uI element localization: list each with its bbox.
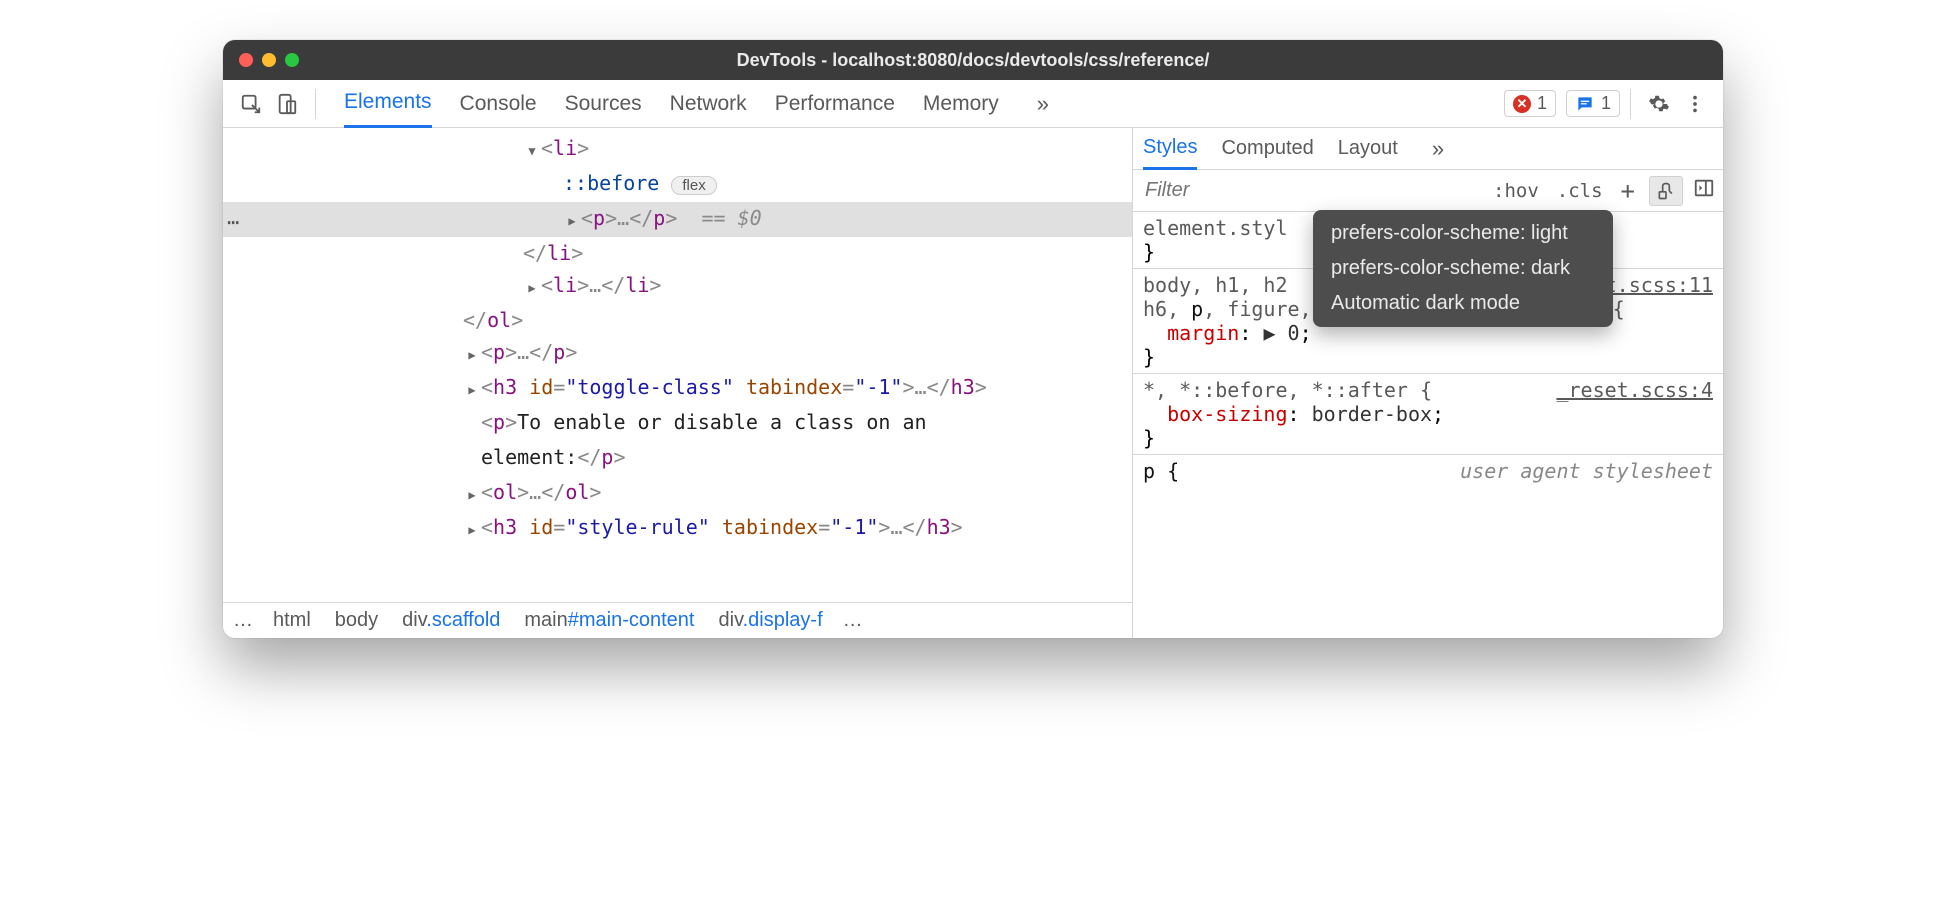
minimize-window-button[interactable] xyxy=(262,53,276,67)
dom-text-cont[interactable]: element:</p> xyxy=(223,441,1132,476)
tab-sources[interactable]: Sources xyxy=(565,80,642,128)
tab-console[interactable]: Console xyxy=(460,80,537,128)
styles-subtabs: Styles Computed Layout » xyxy=(1133,128,1723,170)
dropdown-item-auto-dark[interactable]: Automatic dark mode xyxy=(1313,286,1613,321)
message-icon xyxy=(1575,94,1595,114)
error-count: 1 xyxy=(1537,93,1547,114)
ua-stylesheet-label: user agent stylesheet xyxy=(1460,459,1713,483)
filter-input[interactable] xyxy=(1133,179,1489,202)
error-icon: ✕ xyxy=(1513,95,1531,113)
message-counter[interactable]: 1 xyxy=(1566,90,1620,117)
hov-toggle[interactable]: :hov xyxy=(1489,178,1543,204)
flex-badge[interactable]: flex xyxy=(671,176,716,195)
dom-node[interactable]: <li>…</li> xyxy=(223,269,1132,304)
breadcrumb: … html body div.scaffold main#main-conte… xyxy=(223,602,1132,638)
rendering-dropdown: prefers-color-scheme: light prefers-colo… xyxy=(1313,210,1613,327)
cls-toggle[interactable]: .cls xyxy=(1553,178,1607,204)
device-toggle-icon[interactable] xyxy=(269,86,305,122)
rule-ua-p[interactable]: user agent stylesheet p { xyxy=(1133,455,1723,487)
inspect-element-icon[interactable] xyxy=(233,86,269,122)
settings-icon[interactable] xyxy=(1641,86,1677,122)
subtab-computed[interactable]: Computed xyxy=(1221,128,1313,170)
dom-node[interactable]: <ol>…</ol> xyxy=(223,476,1132,511)
tab-performance[interactable]: Performance xyxy=(775,80,895,128)
dom-node-selected[interactable]: <p>…</p> == $0 xyxy=(223,202,1132,237)
styles-filter-row: :hov .cls + xyxy=(1133,170,1723,212)
window-title: DevTools - localhost:8080/docs/devtools/… xyxy=(737,50,1210,71)
breadcrumb-overflow-left[interactable]: … xyxy=(229,609,257,632)
kebab-menu-icon[interactable] xyxy=(1677,86,1713,122)
dom-close[interactable]: </ol> xyxy=(223,304,1132,336)
dropdown-item-light[interactable]: prefers-color-scheme: light xyxy=(1313,216,1613,251)
elements-panel: <li> ::before flex <p>…</p> == $0 </li> … xyxy=(223,128,1133,638)
styles-panel: Styles Computed Layout » :hov .cls + xyxy=(1133,128,1723,638)
traffic-lights xyxy=(239,53,299,67)
subtab-styles[interactable]: Styles xyxy=(1143,128,1197,170)
close-window-button[interactable] xyxy=(239,53,253,67)
issue-counters: ✕ 1 1 xyxy=(1504,90,1620,117)
crumb-html[interactable]: html xyxy=(265,607,319,634)
dom-tree[interactable]: <li> ::before flex <p>…</p> == $0 </li> … xyxy=(223,128,1132,602)
dom-node[interactable]: <p>…</p> xyxy=(223,336,1132,371)
dom-node[interactable]: <li> xyxy=(223,132,1132,167)
dom-close[interactable]: </li> xyxy=(223,237,1132,269)
tab-elements[interactable]: Elements xyxy=(344,80,432,128)
titlebar: DevTools - localhost:8080/docs/devtools/… xyxy=(223,40,1723,80)
breadcrumb-overflow-right[interactable]: … xyxy=(839,609,867,632)
dom-node[interactable]: <h3 id="toggle-class" tabindex="-1">…</h… xyxy=(223,371,1132,406)
more-tabs-icon[interactable]: » xyxy=(1027,91,1059,117)
panel-body: <li> ::before flex <p>…</p> == $0 </li> … xyxy=(223,128,1723,638)
dropdown-item-dark[interactable]: prefers-color-scheme: dark xyxy=(1313,251,1613,286)
crumb-div-scaffold[interactable]: div.scaffold xyxy=(394,607,508,634)
rule-box-sizing[interactable]: _reset.scss:4 *, *::before, *::after { b… xyxy=(1133,374,1723,455)
rendering-emulation-icon[interactable] xyxy=(1649,176,1683,206)
source-link[interactable]: _reset.scss:4 xyxy=(1556,378,1713,402)
message-count: 1 xyxy=(1601,93,1611,114)
panel-tabs: Elements Console Sources Network Perform… xyxy=(326,80,1504,128)
main-toolbar: Elements Console Sources Network Perform… xyxy=(223,80,1723,128)
crumb-body[interactable]: body xyxy=(327,607,386,634)
subtab-layout[interactable]: Layout xyxy=(1338,128,1398,170)
dom-node[interactable]: <h3 id="style-rule" tabindex="-1">…</h3> xyxy=(223,511,1132,546)
devtools-window: DevTools - localhost:8080/docs/devtools/… xyxy=(223,40,1723,638)
crumb-div-display[interactable]: div.display-f xyxy=(711,607,831,634)
maximize-window-button[interactable] xyxy=(285,53,299,67)
more-subtabs-icon[interactable]: » xyxy=(1422,136,1454,162)
crumb-main[interactable]: main#main-content xyxy=(516,607,702,634)
dom-node[interactable]: <p>To enable or disable a class on an xyxy=(223,406,1132,441)
toggle-sidebar-icon[interactable] xyxy=(1693,177,1715,204)
new-rule-button[interactable]: + xyxy=(1617,175,1639,207)
tab-memory[interactable]: Memory xyxy=(923,80,999,128)
dom-pseudo[interactable]: ::before flex xyxy=(223,167,1132,202)
error-counter[interactable]: ✕ 1 xyxy=(1504,90,1556,117)
tab-network[interactable]: Network xyxy=(670,80,747,128)
